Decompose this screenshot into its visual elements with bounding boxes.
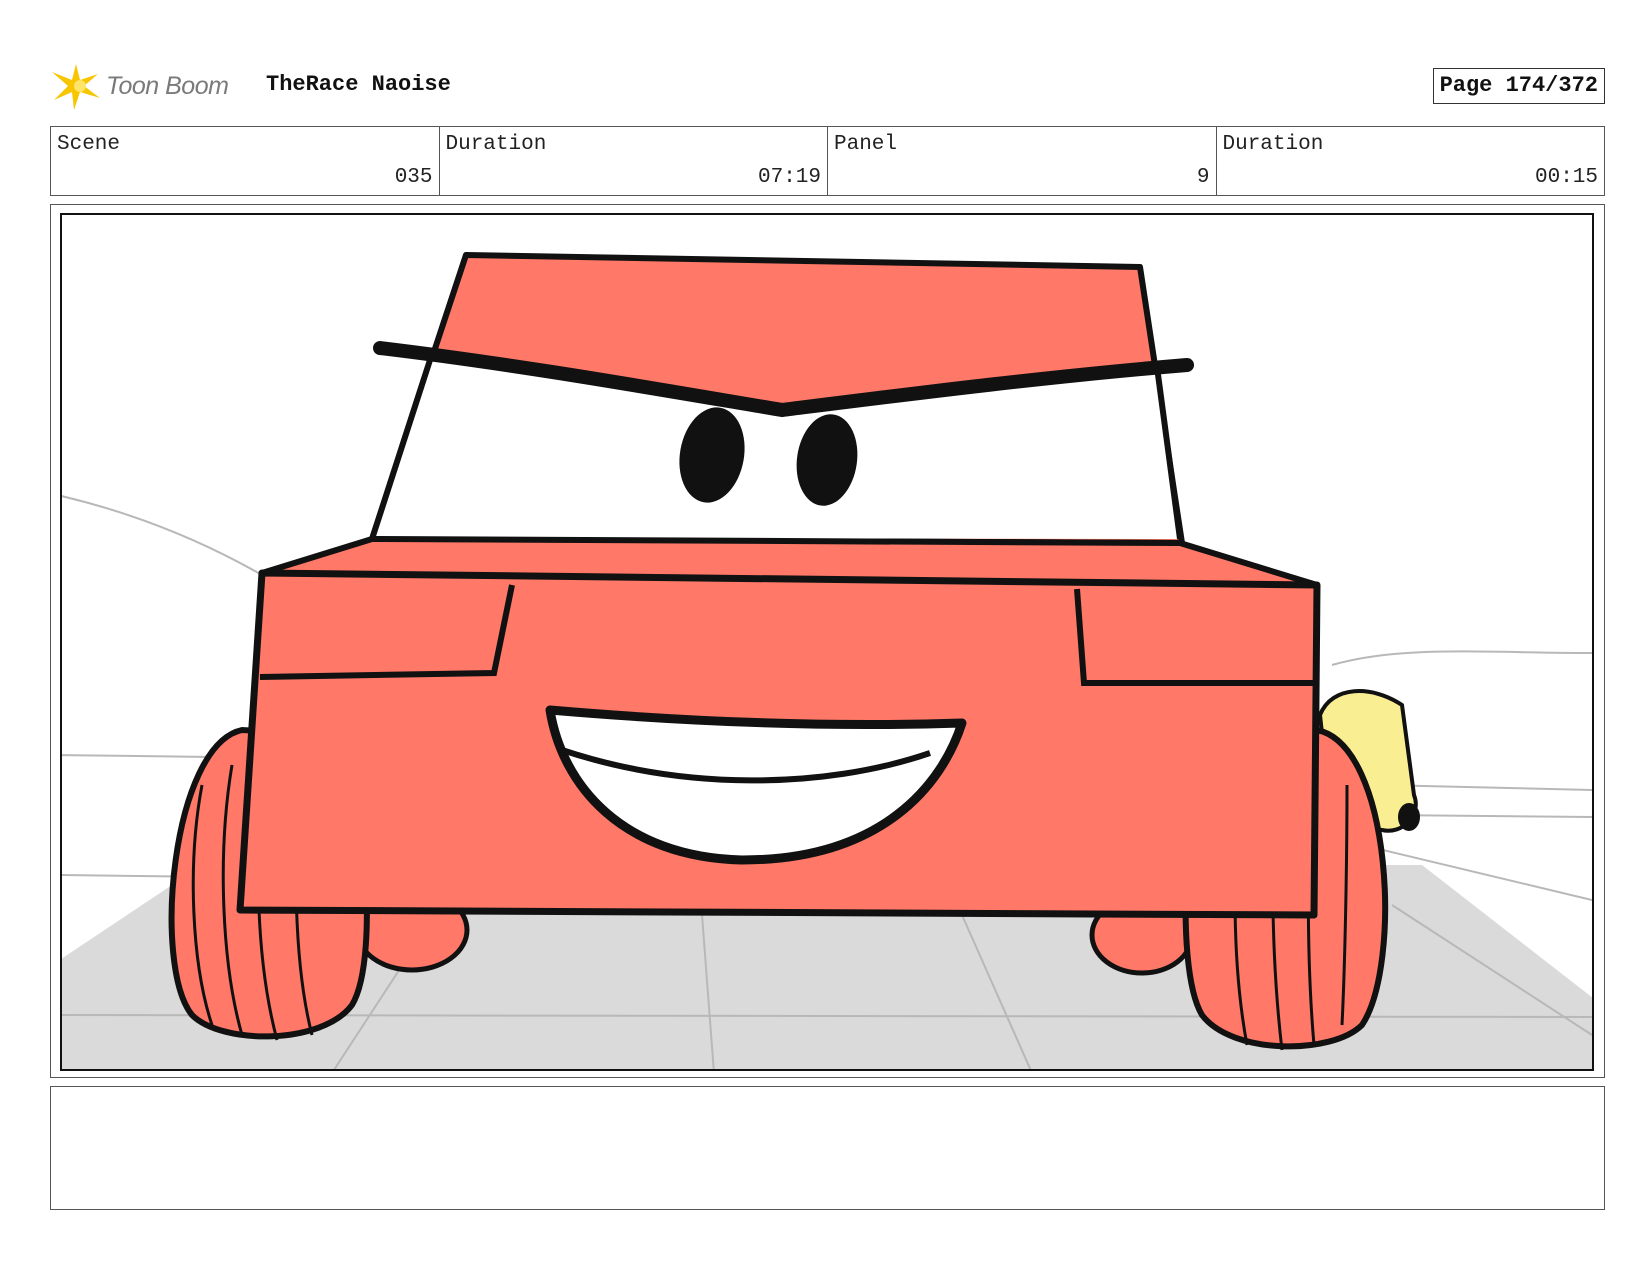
panel-drawing-area bbox=[60, 213, 1594, 1071]
scene-label: Scene bbox=[57, 133, 121, 156]
storyboard-drawing bbox=[62, 252, 1592, 1069]
scene-value: 035 bbox=[394, 166, 433, 189]
starburst-icon bbox=[52, 64, 100, 110]
notes-box bbox=[50, 1086, 1605, 1210]
project-title: TheRace Naoise bbox=[266, 72, 451, 97]
panel-label: Panel bbox=[834, 133, 898, 156]
panel-duration-cell: Duration 00:15 bbox=[1215, 127, 1605, 195]
panel-duration-value: 00:15 bbox=[1534, 166, 1598, 189]
panel-duration-label: Duration bbox=[1222, 133, 1324, 156]
info-table: Scene 035 Duration 07:19 Panel 9 Duratio… bbox=[50, 126, 1605, 196]
page-header: Toon Boom TheRace Naoise Page 174/372 bbox=[50, 56, 1605, 116]
panel-frame bbox=[50, 204, 1605, 1078]
scene-duration-value: 07:19 bbox=[757, 166, 821, 189]
panel-cell: Panel 9 bbox=[827, 127, 1216, 195]
page-indicator: Page 174/372 bbox=[1432, 68, 1605, 104]
panel-value: 9 bbox=[1196, 166, 1210, 189]
scene-cell: Scene 035 bbox=[51, 127, 439, 195]
scene-duration-cell: Duration 07:19 bbox=[438, 127, 828, 195]
scene-duration-label: Duration bbox=[445, 133, 547, 156]
toon-boom-logo: Toon Boom bbox=[50, 60, 229, 112]
logo-text: Toon Boom bbox=[106, 71, 229, 100]
